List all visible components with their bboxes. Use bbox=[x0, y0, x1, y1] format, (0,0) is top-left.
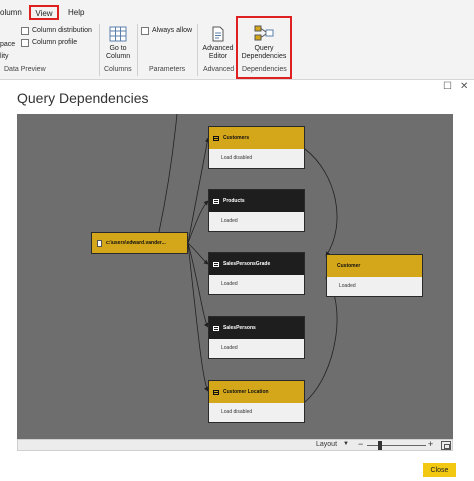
column-distribution-checkbox[interactable]: Column distribution bbox=[21, 26, 92, 35]
query-node-products[interactable]: Products Loaded bbox=[208, 189, 305, 232]
parameters-group-label: Parameters bbox=[149, 66, 186, 73]
advanced-editor-label: Advanced Editor bbox=[202, 45, 234, 60]
zoom-in-button[interactable]: + bbox=[428, 439, 433, 449]
query-node-salespersons[interactable]: SalesPersons Loaded bbox=[208, 316, 305, 359]
query-node-header: SalesPersons bbox=[209, 317, 304, 339]
table-icon bbox=[213, 135, 219, 141]
grid-icon bbox=[109, 26, 127, 42]
columns-group-label: Columns bbox=[104, 66, 132, 73]
always-allow-checkbox[interactable]: Always allow bbox=[141, 26, 192, 35]
checkbox-box[interactable] bbox=[141, 26, 149, 35]
zoom-out-button[interactable]: − bbox=[358, 439, 363, 449]
query-node-customer-location[interactable]: Customer Location Load disabled bbox=[208, 380, 305, 423]
connector-line bbox=[187, 200, 209, 244]
file-icon bbox=[97, 239, 102, 247]
group-separator bbox=[99, 24, 100, 76]
column-profile-label: Column profile bbox=[32, 39, 78, 46]
query-node-header: Customer bbox=[327, 255, 422, 277]
query-status: Loaded bbox=[327, 277, 422, 296]
query-name: Products bbox=[223, 198, 245, 204]
query-name: Customers bbox=[223, 135, 250, 141]
layout-dropdown-label[interactable]: Layout bbox=[316, 441, 337, 448]
query-node-header: SalesPersonsGrade bbox=[209, 253, 304, 275]
query-node-customer[interactable]: Customer Loaded bbox=[326, 254, 423, 297]
query-status: Loaded bbox=[209, 275, 304, 294]
dialog-title: Query Dependencies bbox=[17, 90, 149, 106]
tab-column[interactable]: olumn bbox=[0, 7, 22, 19]
connector-line bbox=[187, 137, 210, 244]
table-icon bbox=[213, 261, 219, 267]
go-to-column-button[interactable]: Go to Column bbox=[103, 26, 133, 61]
query-node-header: Products bbox=[209, 190, 304, 212]
document-editor-icon bbox=[212, 26, 224, 42]
close-button[interactable]: Close bbox=[423, 463, 456, 477]
column-distribution-label: Column distribution bbox=[32, 27, 92, 34]
connector-line bbox=[187, 242, 209, 328]
always-allow-label: Always allow bbox=[152, 27, 193, 34]
column-profile-checkbox[interactable]: Column profile bbox=[21, 38, 77, 47]
query-node-salespersonsgrade[interactable]: SalesPersonsGrade Loaded bbox=[208, 252, 305, 295]
tab-view[interactable]: View bbox=[29, 5, 59, 20]
go-to-column-label: Go to Column bbox=[106, 45, 131, 60]
query-status: Loaded bbox=[209, 212, 304, 231]
highlight-box bbox=[236, 16, 292, 79]
ribbon: olumn View Help pace lity Column distrib… bbox=[0, 0, 474, 80]
query-node-header: Customer Location bbox=[209, 381, 304, 403]
query-name: Customer Location bbox=[223, 389, 269, 395]
zoom-slider-handle[interactable] bbox=[378, 441, 382, 450]
query-name: Customer bbox=[337, 263, 361, 269]
close-icon[interactable]: ✕ bbox=[460, 81, 468, 92]
connector-line bbox=[304, 148, 338, 257]
chevron-down-icon[interactable]: ▼ bbox=[343, 441, 349, 447]
fit-to-screen-icon[interactable] bbox=[441, 441, 451, 450]
query-name: SalesPersons bbox=[223, 325, 256, 331]
group-separator bbox=[197, 24, 198, 76]
query-node-header: Customers bbox=[209, 127, 304, 149]
space-label-fragment: pace bbox=[0, 41, 16, 48]
quality-label-fragment: lity bbox=[0, 53, 9, 60]
source-file-label: c:\users\edward.vander... bbox=[106, 240, 166, 246]
advanced-group-label: Advanced bbox=[203, 66, 235, 73]
group-separator bbox=[137, 24, 138, 76]
tab-help[interactable]: Help bbox=[68, 7, 84, 19]
table-icon bbox=[213, 389, 219, 395]
maximize-icon[interactable]: ☐ bbox=[443, 81, 452, 92]
query-status: Load disabled bbox=[209, 403, 304, 422]
source-file-node[interactable]: c:\users\edward.vander... bbox=[91, 232, 188, 254]
connector-line bbox=[158, 114, 178, 233]
dependency-canvas[interactable]: c:\users\edward.vander... Customers Load… bbox=[17, 114, 453, 439]
checkbox-box[interactable] bbox=[21, 26, 29, 35]
query-status: Loaded bbox=[209, 339, 304, 358]
data-preview-group-label: Data Preview bbox=[4, 66, 46, 73]
zoom-slider-track[interactable] bbox=[367, 445, 426, 446]
table-icon bbox=[213, 325, 219, 331]
advanced-editor-button[interactable]: Advanced Editor bbox=[200, 26, 236, 61]
query-name: SalesPersonsGrade bbox=[223, 261, 271, 267]
checkbox-box[interactable] bbox=[21, 38, 29, 47]
table-icon bbox=[213, 198, 219, 204]
query-status: Load disabled bbox=[209, 149, 304, 168]
canvas-toolbar: Layout ▼ − + bbox=[17, 439, 453, 451]
query-node-customers[interactable]: Customers Load disabled bbox=[208, 126, 305, 169]
